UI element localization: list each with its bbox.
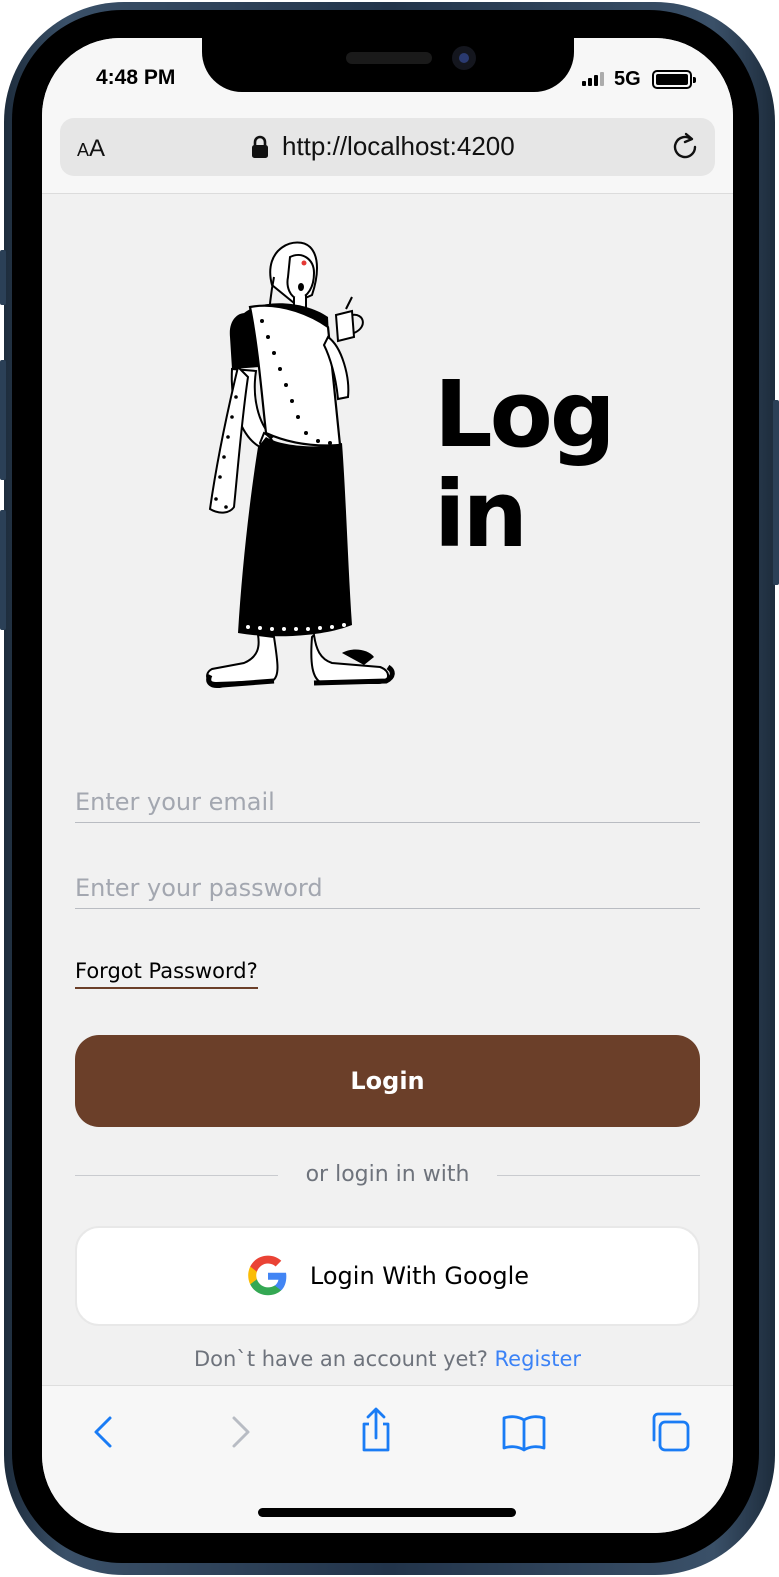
browser-address-area: AA http://localhost:4200 [42,114,733,194]
front-camera [452,46,476,70]
forgot-password-link[interactable]: Forgot Password? [75,959,258,989]
signal-icon [582,72,604,86]
login-button[interactable]: Login [75,1035,700,1127]
page-title: Log in [434,365,654,565]
lock-icon [252,135,268,158]
password-field-container [75,853,700,909]
divider-text: or login in with [305,1162,470,1187]
browser-toolbar [42,1385,733,1533]
share-icon[interactable] [350,1406,402,1458]
home-indicator[interactable] [258,1508,516,1517]
google-login-label: Login With Google [309,1262,530,1290]
tabs-icon[interactable] [644,1406,696,1458]
back-icon[interactable] [80,1406,132,1458]
google-icon [248,1255,287,1296]
address-bar[interactable]: AA http://localhost:4200 [60,118,715,176]
side-button [0,510,6,630]
bookmarks-icon[interactable] [498,1406,550,1458]
text-size-button[interactable]: AA [77,135,105,163]
divider: or login in with [75,1160,700,1190]
forward-icon[interactable] [212,1406,264,1458]
side-button [773,400,779,585]
email-field-container [75,767,700,823]
speaker-grille [346,52,432,64]
login-page: Log in Forgot Password? Login or login i… [42,195,733,1385]
side-button [0,360,6,480]
network-label: 5G [614,68,641,90]
side-button [0,250,6,305]
google-login-button[interactable]: Login With Google [75,1226,700,1326]
password-field[interactable] [75,853,700,908]
register-prompt: Don`t have an account yet? Register [42,1347,733,1371]
reload-icon[interactable] [670,131,702,163]
battery-icon [652,70,696,89]
page-title-line1: Log [434,361,616,468]
url-text[interactable]: http://localhost:4200 [282,131,515,162]
status-time: 4:48 PM [96,66,176,89]
phone-screen: 4:48 PM 5G AA http://localhost:4200 Log … [42,38,733,1533]
page-title-line2: in [434,461,528,568]
woman-illustration [206,241,395,688]
register-prompt-text: Don`t have an account yet? [193,1347,488,1371]
notch [202,38,574,92]
email-field[interactable] [75,767,700,822]
register-link[interactable]: Register [495,1347,581,1371]
